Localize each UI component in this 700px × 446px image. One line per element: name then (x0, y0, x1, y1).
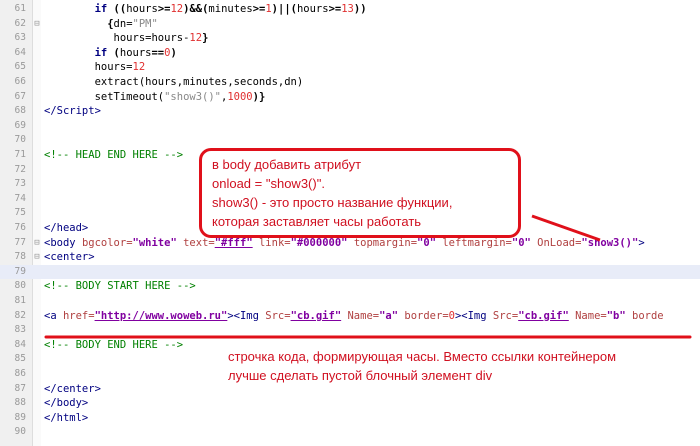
clock-note-line: строчка кода, формирующая часы. Вместо с… (228, 349, 617, 364)
annotation-arrow-line (531, 214, 601, 242)
clock-note-line: лучше сделать пустой блочный элемент div (228, 368, 493, 383)
